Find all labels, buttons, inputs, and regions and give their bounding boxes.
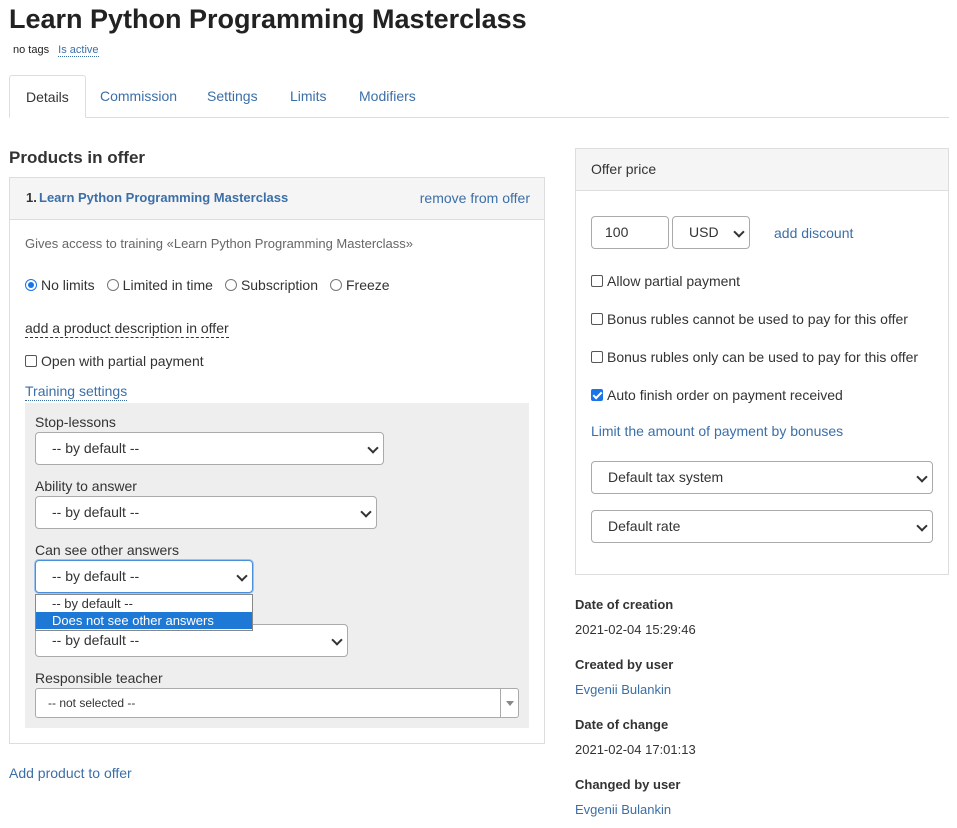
checkbox-label: Bonus rubles only can be used to pay for… xyxy=(607,349,919,365)
radio-button[interactable] xyxy=(25,279,37,291)
offer-price-heading: Offer price xyxy=(591,161,657,177)
price-amount-input[interactable]: 100 xyxy=(591,216,669,249)
radio-button[interactable] xyxy=(224,279,237,291)
dropdown-arrow-icon[interactable] xyxy=(500,689,518,717)
product-number: 1. xyxy=(26,190,37,205)
checkbox-box[interactable] xyxy=(591,389,603,401)
limit-bonus-payment-link[interactable]: Limit the amount of payment by bonuses xyxy=(591,423,843,439)
select-value: -- by default -- xyxy=(52,568,140,584)
select-value: Default rate xyxy=(608,518,681,534)
changed-by-label: Changed by user xyxy=(575,777,681,792)
stop-lessons-select[interactable]: -- by default -- xyxy=(35,432,384,465)
chevron-down-icon xyxy=(367,442,379,454)
radio-label: No limits xyxy=(41,277,95,293)
date-of-creation-label: Date of creation xyxy=(575,597,674,612)
radio-label: Limited in time xyxy=(122,277,213,293)
tab-details[interactable]: Details xyxy=(9,75,86,118)
dropdown-option-does-not-see[interactable]: Does not see other answers xyxy=(36,612,252,629)
bonus-cannot-be-used-checkbox[interactable]: Bonus rubles cannot be used to pay for t… xyxy=(591,311,908,327)
chevron-down-icon xyxy=(360,506,372,518)
currency-select[interactable]: USD xyxy=(672,216,750,249)
created-by-label: Created by user xyxy=(575,657,674,672)
tags-row: no tags Is active xyxy=(13,44,99,57)
created-by-user-link[interactable]: Evgenii Bulankin xyxy=(575,682,671,697)
select-value: USD xyxy=(689,224,719,240)
checkbox-box[interactable] xyxy=(591,313,603,325)
see-other-answers-dropdown-list: -- by default -- Does not see other answ… xyxy=(35,594,253,631)
can-see-other-answers-label: Can see other answers xyxy=(35,542,179,558)
radio-button[interactable] xyxy=(329,279,342,291)
access-type-radio-group: No limits Limited in time Subscription F… xyxy=(25,277,402,293)
select-value: -- by default -- xyxy=(52,440,140,456)
ability-to-answer-label: Ability to answer xyxy=(35,478,137,494)
allow-partial-payment-checkbox[interactable]: Allow partial payment xyxy=(591,273,740,289)
add-product-description-link[interactable]: add a product description in offer xyxy=(25,320,229,338)
select-value: Default tax system xyxy=(608,469,724,485)
auto-finish-order-checkbox[interactable]: Auto finish order on payment received xyxy=(591,387,843,403)
date-of-change-value: 2021-02-04 17:01:13 xyxy=(575,742,696,757)
page-title: Learn Python Programming Masterclass xyxy=(9,4,527,34)
checkbox-label: Bonus rubles cannot be used to pay for t… xyxy=(607,311,908,327)
no-tags-label: no tags xyxy=(13,44,50,56)
tab-limits[interactable]: Limits xyxy=(274,75,343,117)
remove-from-offer-link[interactable]: remove from offer xyxy=(420,190,530,206)
add-product-to-offer-link[interactable]: Add product to offer xyxy=(9,765,132,781)
select-value: -- not selected -- xyxy=(48,696,136,710)
select-value: -- by default -- xyxy=(52,632,140,648)
checkbox-label: Allow partial payment xyxy=(607,273,741,289)
checkbox-label: Auto finish order on payment received xyxy=(607,387,843,403)
chevron-down-icon xyxy=(331,634,343,646)
changed-by-user-link[interactable]: Evgenii Bulankin xyxy=(575,802,671,817)
product-header: 1. Learn Python Programming Masterclass … xyxy=(10,178,544,220)
radio-label: Subscription xyxy=(240,277,318,293)
tax-system-select[interactable]: Default tax system xyxy=(591,461,933,494)
tab-bar: Details Commission Settings Limits Modif… xyxy=(9,75,949,118)
add-discount-link[interactable]: add discount xyxy=(774,225,853,241)
radio-subscription[interactable]: Subscription xyxy=(224,277,318,293)
offer-price-header: Offer price xyxy=(576,149,948,191)
responsible-teacher-label: Responsible teacher xyxy=(35,670,163,686)
radio-button[interactable] xyxy=(106,279,119,291)
stop-lessons-label: Stop-lessons xyxy=(35,414,116,430)
radio-limited-in-time[interactable]: Limited in time xyxy=(106,277,213,293)
tax-rate-select[interactable]: Default rate xyxy=(591,510,933,543)
tab-commission[interactable]: Commission xyxy=(84,75,193,117)
chevron-down-icon xyxy=(733,226,745,238)
can-see-other-answers-select[interactable]: -- by default -- xyxy=(35,560,253,593)
select-value: -- by default -- xyxy=(52,504,140,520)
radio-label: Freeze xyxy=(345,277,390,293)
radio-no-limits[interactable]: No limits xyxy=(25,277,95,293)
chevron-down-icon xyxy=(236,570,248,582)
date-of-change-label: Date of change xyxy=(575,717,669,732)
open-with-partial-payment-checkbox[interactable]: Open with partial payment xyxy=(25,353,204,369)
training-settings-box: Stop-lessons -- by default -- Ability to… xyxy=(25,403,529,728)
checkbox-box[interactable] xyxy=(25,355,37,367)
bonus-only-checkbox[interactable]: Bonus rubles only can be used to pay for… xyxy=(591,349,918,365)
tab-settings[interactable]: Settings xyxy=(191,75,274,117)
radio-freeze[interactable]: Freeze xyxy=(329,277,390,293)
chevron-down-icon xyxy=(916,471,928,483)
responsible-teacher-select[interactable]: -- not selected -- xyxy=(35,688,519,718)
status-link[interactable]: Is active xyxy=(58,44,99,57)
ability-to-answer-select[interactable]: -- by default -- xyxy=(35,496,377,529)
date-of-creation-value: 2021-02-04 15:29:46 xyxy=(575,622,696,637)
tab-modifiers[interactable]: Modifiers xyxy=(343,75,432,117)
products-heading: Products in offer xyxy=(9,148,146,167)
offer-price-panel: Offer price 100 USD add discount Allow p… xyxy=(575,148,949,575)
checkbox-label: Open with partial payment xyxy=(41,353,204,369)
dropdown-option-default[interactable]: -- by default -- xyxy=(36,595,252,612)
checkbox-box[interactable] xyxy=(591,351,603,363)
checkbox-box[interactable] xyxy=(591,275,603,287)
training-settings-link[interactable]: Training settings xyxy=(25,383,128,401)
chevron-down-icon xyxy=(916,520,928,532)
product-name-link[interactable]: Learn Python Programming Masterclass xyxy=(39,190,288,205)
product-description: Gives access to training «Learn Python P… xyxy=(25,236,414,251)
